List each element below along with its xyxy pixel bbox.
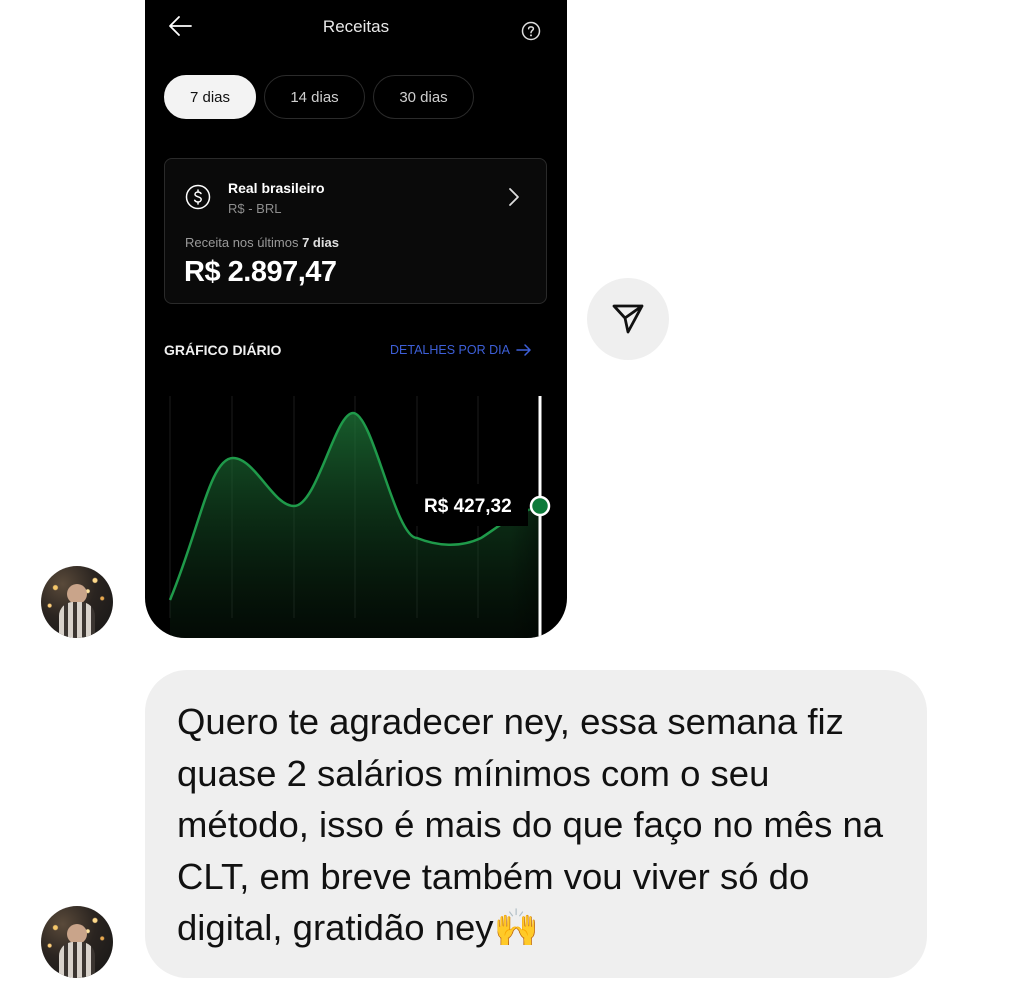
revenue-period-label: Receita nos últimos 7 dias [185,235,339,250]
chart-tooltip-label: R$ 427,32 [424,496,512,517]
arrow-right-icon [516,344,531,356]
paper-plane-icon [612,304,644,334]
revenue-card[interactable]: Real brasileiro R$ - BRL Receita nos últ… [164,158,547,304]
details-link-label: DETALHES POR DIA [390,343,510,357]
revenue-amount: R$ 2.897,47 [184,256,337,288]
screen-title: Receitas [322,17,390,36]
share-button[interactable] [587,278,669,360]
message-text: Quero te agradecer ney, essa semana fiz … [177,701,884,948]
tab-7-dias[interactable]: 7 dias [164,75,256,119]
period-prefix: Receita nos últimos [185,235,299,250]
avatar[interactable] [41,906,113,978]
chart-cursor-dot [529,495,551,517]
currency-code: R$ - BRL [228,201,282,216]
help-icon[interactable] [521,21,541,41]
details-link[interactable]: DETALHES POR DIA [390,343,532,357]
shared-screenshot[interactable]: Receitas 7 dias 14 dias 30 dias Real bra… [145,0,567,638]
message-bubble[interactable]: Quero te agradecer ney, essa semana fiz … [145,670,927,978]
chevron-right-icon[interactable] [507,187,521,207]
daily-revenue-chart[interactable]: R$ 427,32 [145,388,567,638]
avatar[interactable] [41,566,113,638]
period-highlight: 7 dias [302,235,339,250]
tab-14-dias[interactable]: 14 dias [264,75,365,119]
section-title: GRÁFICO DIÁRIO [164,342,282,358]
dollar-circle-icon [185,184,211,210]
currency-name: Real brasileiro [228,180,325,196]
tab-30-dias[interactable]: 30 dias [373,75,474,119]
